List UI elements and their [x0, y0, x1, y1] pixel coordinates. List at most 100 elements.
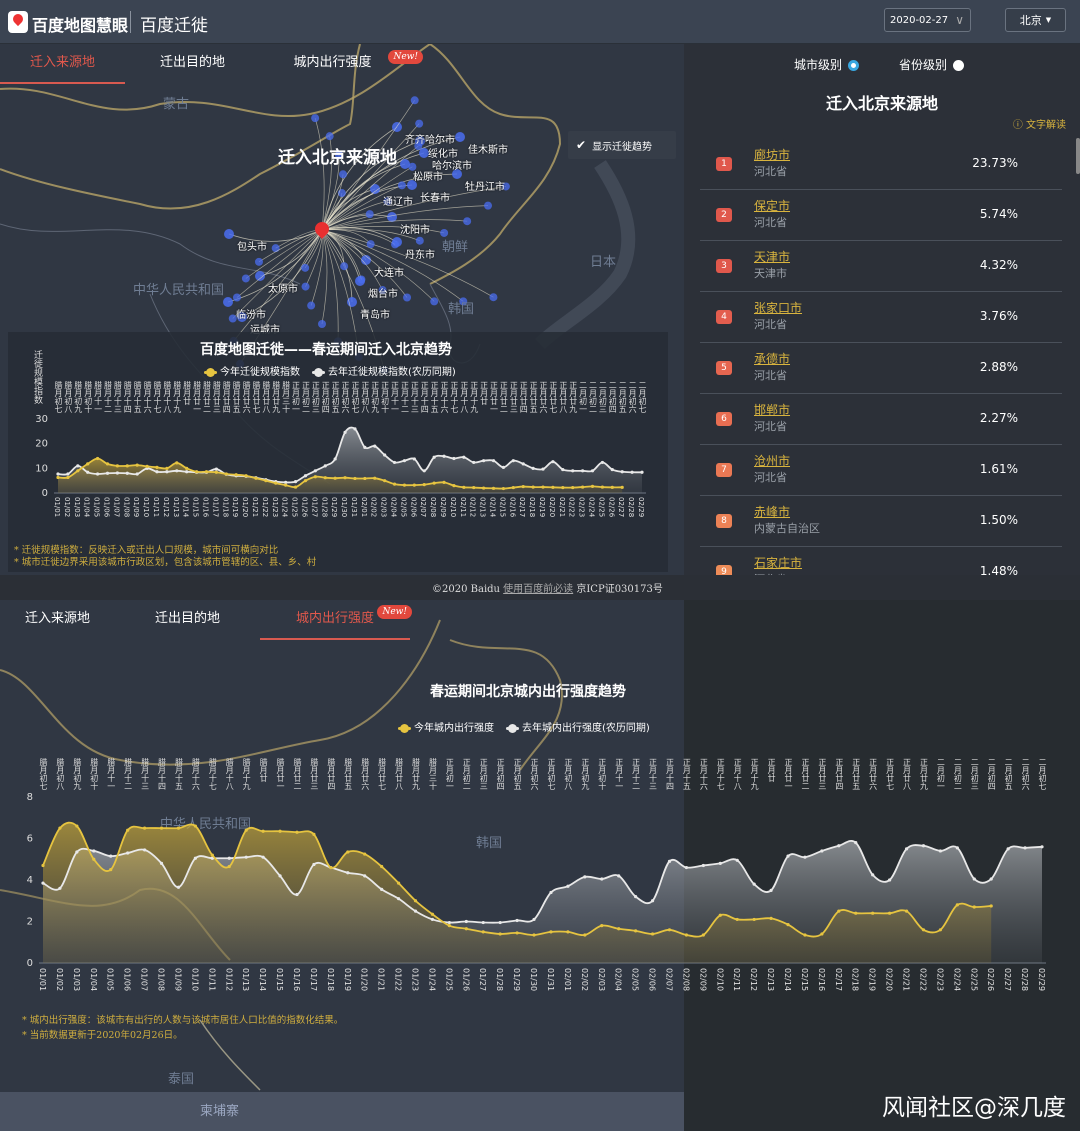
source-city-dot — [463, 217, 472, 226]
lunar-date-label: 正月十八 — [459, 381, 469, 413]
lunar-date-label: 正月廿三 — [509, 381, 519, 413]
city-label[interactable]: 松原市 — [413, 168, 443, 183]
map-label-country: 中华人民共和国 — [160, 817, 252, 832]
source-city-dot — [430, 297, 439, 306]
legend-last-year[interactable]: 去年迁徙规模指数(农历同期) — [314, 363, 456, 378]
legend-last-year[interactable]: 去年城内出行强度(农历同期) — [508, 719, 650, 734]
city-label[interactable]: 佳木斯市 — [468, 141, 508, 156]
radio-province-level[interactable]: 省份级别 — [899, 56, 965, 73]
scrollbar[interactable] — [1076, 138, 1080, 174]
city-label[interactable]: 包头市 — [237, 238, 267, 253]
lunar-date-label: 正月廿六 — [539, 381, 549, 413]
lunar-date-label: 腊月十四 — [123, 381, 133, 413]
tab-inbound-source[interactable]: 迁入来源地 — [0, 44, 125, 84]
city-label[interactable]: 太原市 — [268, 280, 298, 295]
show-trend-checkbox[interactable]: ✔ 显示迁徙趋势 — [568, 131, 676, 159]
lunar-date-label: 正月初十 — [380, 381, 390, 413]
lunar-date-label: 正月廿九 — [568, 381, 578, 413]
app-header: 百度地图慧眼 百度迁徙 2020-02-27 ∨ 北京 ▼ — [0, 0, 1080, 44]
lunar-date-label: 正月廿九 — [919, 758, 929, 790]
lunar-date-label: 正月十七 — [449, 381, 459, 413]
city-link[interactable]: 张家口市 — [754, 299, 802, 316]
source-city-dot — [224, 229, 234, 239]
show-trend-label: 显示迁徙趋势 — [592, 141, 653, 153]
city-label[interactable]: 大连市 — [374, 264, 404, 279]
lunar-date-label: 腊月廿一 — [192, 381, 202, 413]
tab-outbound-destination[interactable]: 迁出目的地 — [125, 44, 260, 84]
lunar-date-label: 正月初六 — [341, 381, 351, 413]
lunar-date-label: 正月初七 — [546, 758, 556, 790]
city-label[interactable]: 青岛市 — [360, 306, 390, 321]
rank-badge: 6 — [716, 412, 732, 426]
tab-intra-city-intensity[interactable]: 城内出行强度 New! — [260, 44, 423, 84]
city-link[interactable]: 天津市 — [754, 248, 790, 265]
lunar-date-label: 正月廿四 — [519, 381, 529, 413]
lunar-date-label: 腊月十三 — [113, 381, 123, 413]
lunar-date-label: 腊月廿三 — [212, 381, 222, 413]
question-circle-icon: ⓘ — [1012, 120, 1026, 131]
lunar-date-label: 腊月初十 — [89, 758, 99, 790]
province-name: 河北省 — [754, 318, 787, 331]
date-select[interactable]: 2020-02-27 ∨ — [884, 8, 971, 32]
tab-intra-city-intensity[interactable]: 城内出行强度 New! — [260, 600, 412, 640]
lunar-date-label: 腊月三十 — [428, 758, 438, 790]
city-link[interactable]: 石家庄市 — [754, 554, 802, 571]
terms-link[interactable]: 使用百度前必读 — [503, 584, 573, 595]
city-link[interactable]: 廊坊市 — [754, 146, 790, 163]
ranking-row: 5 承德市 河北省 2.88% — [700, 343, 1062, 394]
legend-this-year[interactable]: 今年迁徙规模指数 — [206, 363, 300, 378]
lunar-date-label: 腊月十一 — [93, 381, 103, 413]
new-badge: New! — [388, 50, 423, 64]
city-label[interactable]: 沈阳市 — [400, 221, 430, 236]
province-name: 河北省 — [754, 471, 787, 484]
brand-name[interactable]: 百度地图慧眼 — [32, 12, 128, 36]
city-link[interactable]: 赤峰市 — [754, 503, 790, 520]
lunar-date-label: 腊月三十 — [281, 381, 291, 413]
lunar-date-label: 正月廿一 — [489, 381, 499, 413]
icp-text: 京ICP证030173号 — [576, 584, 663, 595]
lunar-date-label: 正月初九 — [580, 758, 590, 790]
city-label[interactable]: 齐齐哈尔市 — [405, 131, 455, 146]
source-city-dot — [391, 240, 400, 249]
legend-this-year[interactable]: 今年城内出行强度 — [400, 719, 494, 734]
lunar-date-label: 正月廿七 — [885, 758, 895, 790]
city-select[interactable]: 北京 ▼ — [1005, 8, 1066, 32]
rank-badge: 4 — [716, 310, 732, 324]
province-name: 河北省 — [754, 165, 787, 178]
city-label[interactable]: 临汾市 — [236, 306, 266, 321]
lunar-date-label: 二月初三 — [970, 758, 980, 790]
share-percent: 23.73% — [972, 156, 1018, 170]
lunar-date-label: 腊月十三 — [140, 758, 150, 790]
city-label[interactable]: 丹东市 — [405, 246, 435, 261]
city-label[interactable]: 牡丹江市 — [465, 178, 505, 193]
copyright-text: ©2020 Baidu — [432, 584, 500, 595]
share-percent: 1.50% — [979, 513, 1018, 527]
lunar-date-label: 二月初七 — [638, 381, 647, 413]
intensity-right-panel — [684, 600, 1080, 1131]
text-explain-link[interactable]: ⓘ 文字解读 — [1013, 116, 1066, 131]
city-link[interactable]: 承德市 — [754, 350, 790, 367]
city-label[interactable]: 烟台市 — [368, 285, 398, 300]
radio-city-level[interactable]: 城市级别 — [794, 56, 860, 73]
city-link[interactable]: 邯郸市 — [754, 401, 790, 418]
lunar-date-label: 二月初四 — [608, 381, 618, 413]
intensity-section: 中华人民共和国 韩国 泰国 柬埔寨 迁入来源地 迁出目的地 城内出行强度 New!… — [0, 600, 1080, 1131]
city-link[interactable]: 沧州市 — [754, 452, 790, 469]
tab-inbound-source[interactable]: 迁入来源地 — [0, 600, 115, 640]
province-name: 河北省 — [754, 420, 787, 433]
city-link[interactable]: 保定市 — [754, 197, 790, 214]
y-axis-label: 迁徙规模指数 — [32, 350, 42, 404]
lunar-date-label: 腊月廿八 — [261, 381, 271, 413]
lunar-date-label: 腊月初八 — [55, 758, 65, 790]
panel-title: 迁入北京来源地 — [825, 94, 938, 113]
bottom-tab-bar: 迁入来源地 迁出目的地 城内出行强度 New! — [0, 600, 684, 640]
lunar-date-label: 正月十三 — [410, 381, 420, 413]
chart-legend: 今年城内出行强度 去年城内出行强度(农历同期) — [400, 719, 650, 734]
source-city-dot — [232, 293, 241, 302]
tab-outbound-destination[interactable]: 迁出目的地 — [115, 600, 260, 640]
lunar-date-label: 腊月十四 — [157, 758, 167, 790]
lunar-date-label: 腊月廿二 — [292, 758, 302, 790]
city-value: 北京 — [1019, 14, 1042, 27]
city-label[interactable]: 通辽市 — [383, 193, 413, 208]
city-label[interactable]: 长春市 — [420, 189, 450, 204]
